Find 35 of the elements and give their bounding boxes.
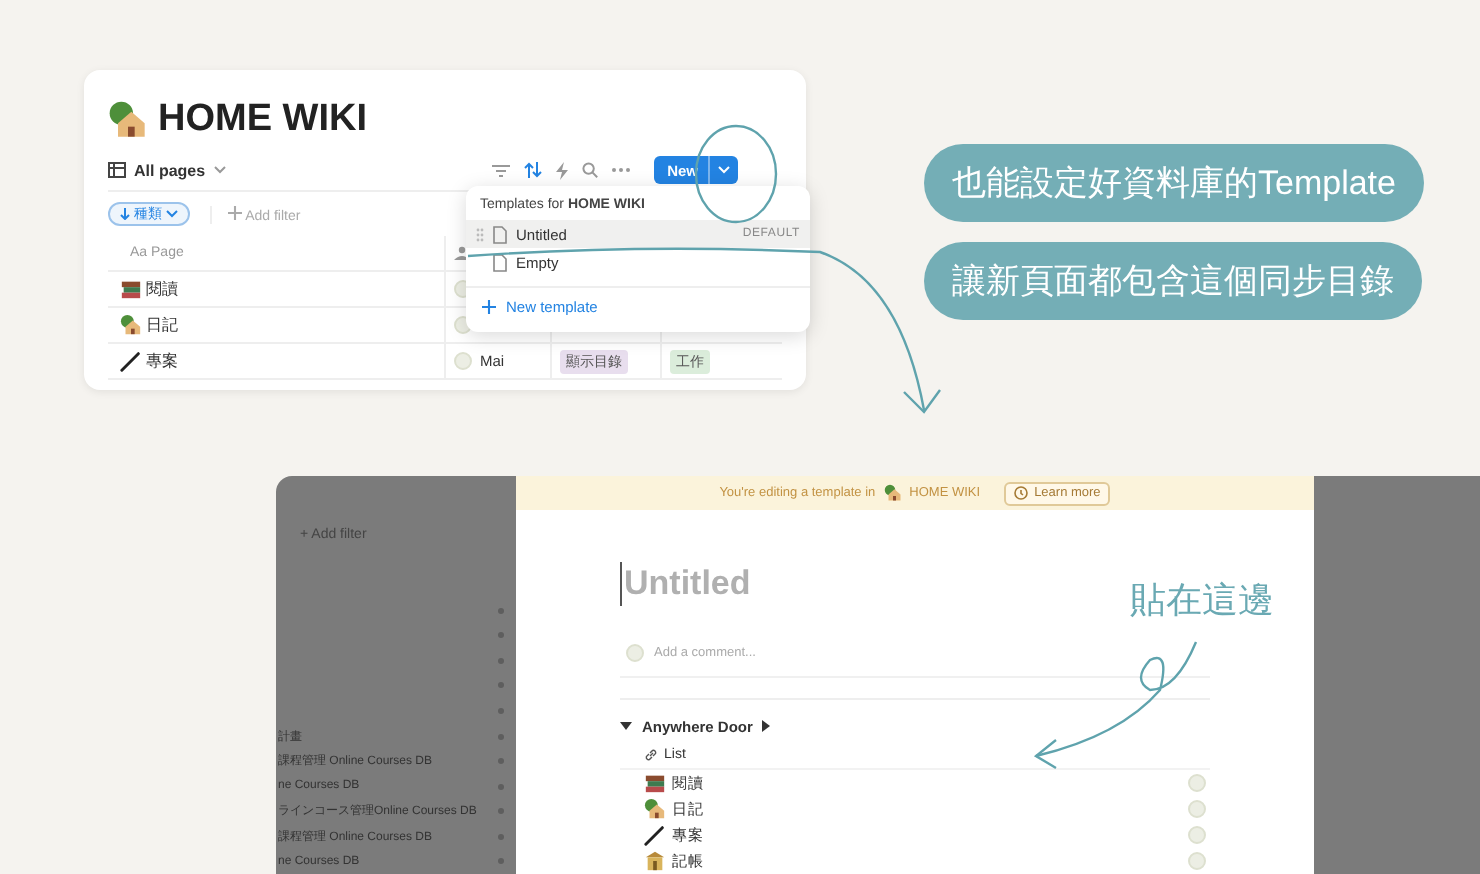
page-name[interactable]: 日記 bbox=[146, 314, 178, 336]
filter-icon[interactable] bbox=[491, 163, 510, 177]
house-icon bbox=[108, 100, 148, 140]
plus-icon bbox=[482, 300, 496, 314]
drag-handle-icon[interactable] bbox=[476, 227, 484, 241]
books-icon bbox=[644, 772, 666, 794]
triangle-icon bbox=[762, 720, 771, 732]
page-name[interactable]: 專案 bbox=[146, 350, 178, 372]
caret-icon bbox=[166, 210, 178, 218]
plus-icon bbox=[228, 205, 242, 219]
annotation-text: 貼在這邊 bbox=[1130, 578, 1274, 624]
callout-bubble: 讓新頁面都包含這個同步目錄 bbox=[924, 242, 1422, 320]
callout-bubble: 也能設定好資料庫的Template bbox=[924, 144, 1424, 222]
circle-annotation bbox=[694, 124, 778, 224]
pen-icon bbox=[644, 824, 666, 846]
house-icon bbox=[883, 484, 902, 502]
table-icon bbox=[108, 162, 126, 178]
page-name[interactable]: 閱讀 bbox=[146, 278, 178, 300]
database-title: HOME WIKI bbox=[158, 98, 367, 142]
books-icon bbox=[120, 278, 142, 300]
sort-icon[interactable] bbox=[523, 162, 542, 178]
search-icon[interactable] bbox=[581, 162, 598, 178]
bank-icon bbox=[644, 850, 666, 872]
view-tab[interactable]: All pages bbox=[108, 161, 226, 179]
toggle-triangle-icon[interactable] bbox=[620, 720, 632, 732]
caret-icon bbox=[718, 166, 730, 174]
house-icon bbox=[120, 314, 142, 336]
link-icon bbox=[644, 747, 658, 761]
lightning-icon[interactable] bbox=[555, 161, 568, 179]
house-icon bbox=[644, 798, 666, 820]
arrow-down-icon bbox=[120, 208, 130, 220]
caret-icon bbox=[213, 166, 226, 174]
person-column-icon bbox=[454, 246, 470, 260]
pen-icon bbox=[120, 350, 142, 372]
clock-icon bbox=[1014, 486, 1029, 500]
